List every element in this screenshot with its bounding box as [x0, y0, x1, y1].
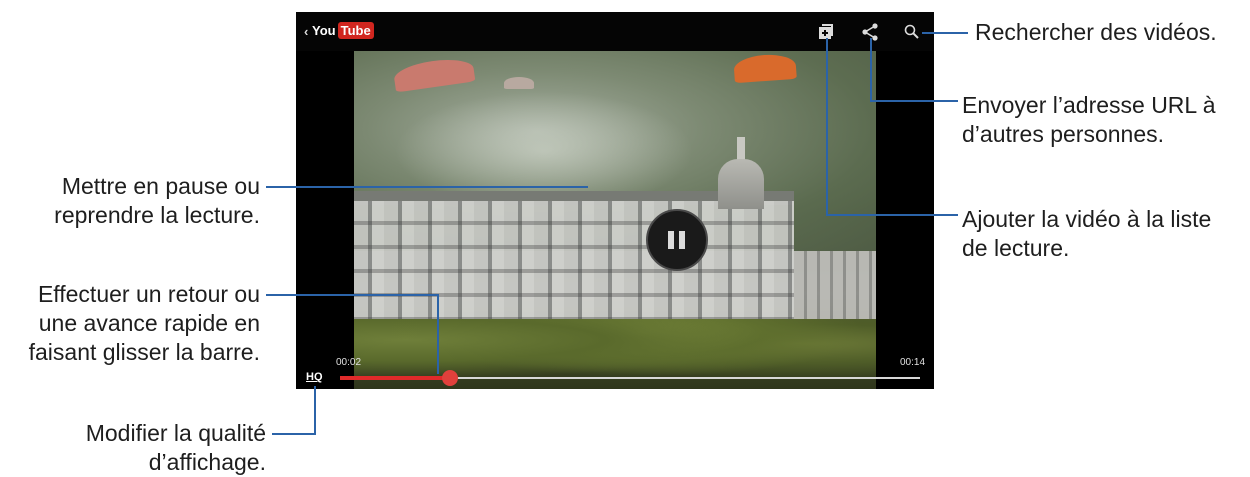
pause-button[interactable]	[646, 209, 708, 271]
callout-line-share	[870, 38, 872, 101]
callout-quality: Modifier la qualité d’affichage.	[85, 420, 266, 475]
callout-line-search	[922, 32, 968, 34]
seek-bar-played	[340, 376, 451, 380]
callout-line-pause	[266, 186, 588, 188]
elapsed-time: 00:02	[336, 357, 362, 368]
callout-seek: Effectuer un retour ou une avance rapide…	[28, 281, 260, 365]
player-top-bar: ‹ You Tube	[296, 12, 934, 51]
callout-line-quality	[272, 433, 316, 435]
callout-line-seek	[437, 294, 439, 374]
back-icon[interactable]: ‹	[304, 24, 308, 39]
video-frame[interactable]	[354, 51, 876, 389]
youtube-logo[interactable]: You Tube	[312, 22, 374, 39]
search-icon[interactable]	[904, 24, 920, 40]
paraglider	[504, 77, 534, 89]
callout-search: Rechercher des vidéos.	[975, 19, 1217, 45]
callout-line-playlist	[826, 38, 828, 215]
video-player[interactable]: ‹ You Tube 00:02 00:14 HQ	[296, 12, 934, 389]
callout-line-quality	[314, 386, 316, 435]
callout-playlist: Ajouter la vidéo à la liste de lecture.	[962, 206, 1212, 261]
callout-share: Envoyer l’adresse URL à d’autres personn…	[962, 92, 1216, 147]
total-time: 00:14	[900, 357, 926, 368]
pause-icon	[668, 231, 674, 249]
tower	[718, 159, 764, 209]
hq-button[interactable]: HQ	[306, 371, 323, 383]
youtube-logo-you: You	[312, 23, 336, 38]
callout-line-seek	[266, 294, 438, 296]
callout-line-share	[870, 100, 958, 102]
youtube-logo-tube: Tube	[337, 22, 374, 39]
callout-pause: Mettre en pause ou reprendre la lecture.	[54, 173, 260, 228]
callout-line-playlist	[826, 214, 958, 216]
pause-icon	[679, 231, 685, 249]
